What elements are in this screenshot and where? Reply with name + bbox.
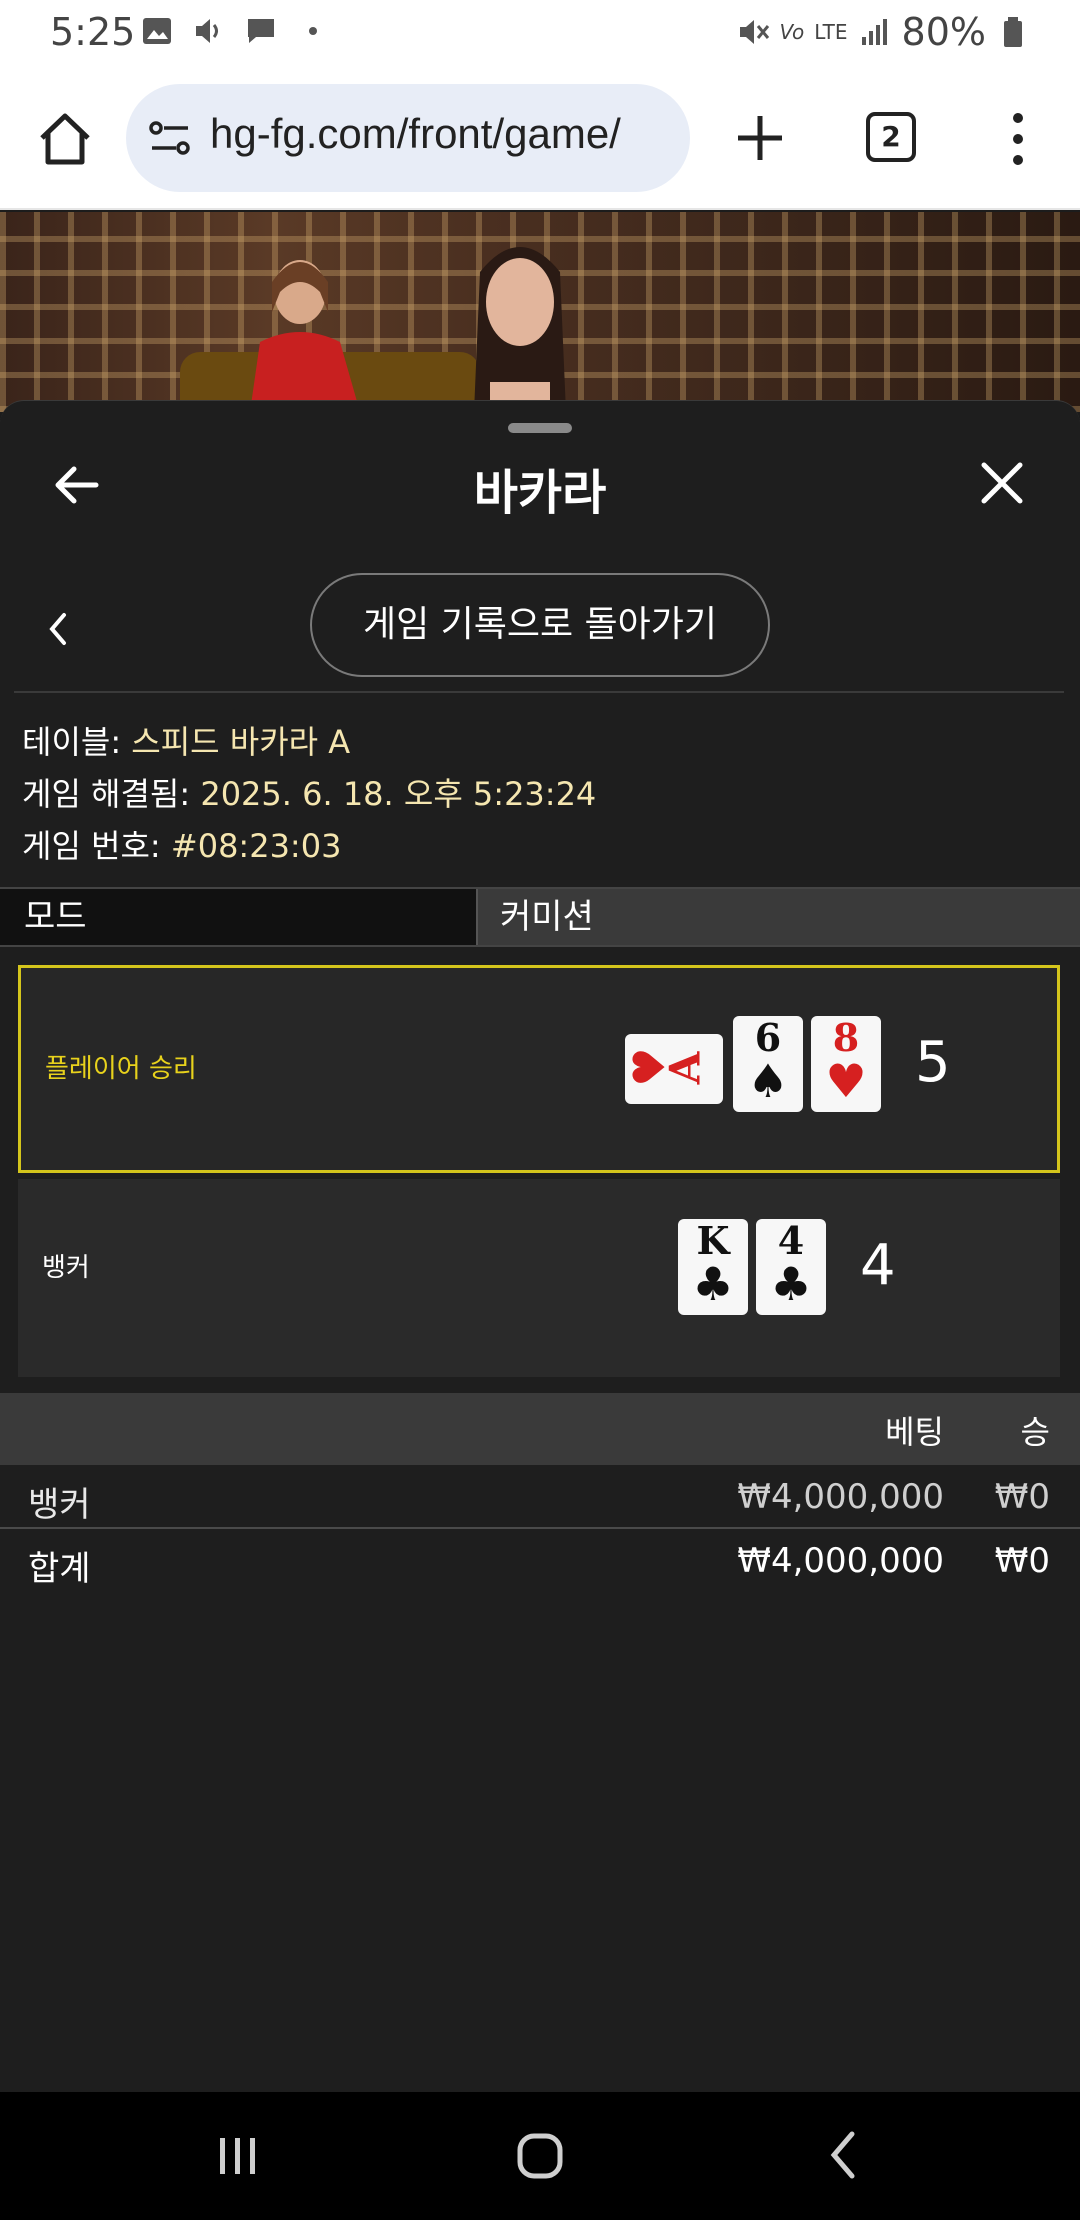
info-game-number-value: #08:23:03	[170, 827, 342, 865]
info-game-number: 게임 번호: #08:23:03	[22, 821, 341, 867]
volte-icon: Vo	[779, 20, 805, 44]
url-text: hg-fg.com/front/game/	[210, 110, 621, 157]
banker-card-1-rank: K	[696, 1218, 730, 1263]
tab-mode[interactable]: 모드	[0, 889, 478, 945]
info-table-label: 테이블:	[22, 723, 122, 761]
status-time: 5:25	[50, 10, 136, 54]
message-icon	[248, 19, 274, 43]
bets-table-header: 베팅 승	[0, 1393, 1080, 1465]
player-score: 5	[915, 1030, 951, 1095]
mute-icon	[739, 20, 769, 44]
live-video-stream[interactable]	[0, 212, 1080, 412]
player-card-3-suit: ♥	[825, 1054, 867, 1108]
info-table-value: 스피드 바카라 A	[131, 723, 351, 761]
info-resolved-value: 2025. 6. 18. 오후 5:23:24	[200, 775, 597, 813]
panel-title: 바카라	[473, 465, 607, 521]
player-result-row: 플레이어 승리 ♥ A 6 ♠ 8 ♥ 5	[18, 965, 1060, 1173]
bet-row-label: 뱅커	[28, 1485, 91, 1525]
dealer-figure-center	[474, 247, 566, 412]
total-win: ₩0	[994, 1541, 1050, 1581]
lte-label: LTE	[814, 20, 848, 44]
tab-commission[interactable]: 커미션	[478, 889, 1080, 945]
total-amount: ₩4,000,000	[737, 1541, 944, 1581]
status-bar: 5:25 Vo LTE 80%	[0, 0, 1080, 70]
notification-icons	[140, 14, 330, 48]
banker-card-2: 4 ♣	[756, 1219, 826, 1315]
player-card-2-rank: 6	[754, 1015, 782, 1060]
player-card-3: 8 ♥	[811, 1016, 881, 1112]
bet-row-amount: ₩4,000,000	[737, 1477, 944, 1517]
divider	[14, 691, 1064, 693]
new-tab-icon[interactable]	[732, 110, 788, 166]
info-resolved-label: 게임 해결됨:	[22, 775, 191, 813]
total-label: 합계	[28, 1549, 91, 1589]
home-icon[interactable]	[36, 110, 94, 168]
browser-toolbar: hg-fg.com/front/game/ 2	[0, 70, 1080, 210]
banker-result-label: 뱅커	[42, 1253, 90, 1283]
address-bar[interactable]: hg-fg.com/front/game/	[126, 84, 690, 192]
back-to-history-button[interactable]: 게임 기록으로 돌아가기	[310, 573, 770, 677]
image-icon	[143, 18, 171, 44]
banker-card-1-suit: ♣	[692, 1257, 734, 1311]
header-win: 승	[1020, 1413, 1050, 1451]
home-button-icon[interactable]	[516, 2132, 564, 2180]
site-settings-icon[interactable]	[148, 118, 192, 158]
mode-tabs: 모드 커미션	[0, 887, 1080, 947]
player-card-1: ♥ A	[625, 1034, 723, 1104]
system-nav-bar	[0, 2092, 1080, 2220]
player-card-2: 6 ♠	[733, 1016, 803, 1112]
info-table: 테이블: 스피드 바카라 A	[22, 717, 350, 763]
back-button-icon[interactable]	[828, 2130, 858, 2180]
total-row: 합계 ₩4,000,000 ₩0	[0, 1531, 1080, 1593]
more-menu-icon[interactable]	[1000, 108, 1036, 170]
info-resolved: 게임 해결됨: 2025. 6. 18. 오후 5:23:24	[22, 769, 596, 815]
status-right: Vo LTE 80%	[736, 10, 1030, 54]
banker-card-1: K ♣	[678, 1219, 748, 1315]
close-icon[interactable]	[976, 457, 1028, 509]
battery-percent: 80%	[901, 10, 986, 54]
recent-apps-icon[interactable]	[216, 2136, 260, 2176]
info-game-number-label: 게임 번호:	[22, 827, 161, 865]
game-detail-panel: 바카라 게임 기록으로 돌아가기 테이블: 스피드 바카라 A 게임 해결됨: …	[0, 400, 1080, 2092]
chevron-left-icon[interactable]	[44, 609, 72, 649]
bet-row-win: ₩0	[994, 1477, 1050, 1517]
header-bet: 베팅	[885, 1413, 944, 1451]
volume-icon	[196, 19, 218, 43]
player-card-2-suit: ♠	[747, 1054, 789, 1108]
banker-score: 4	[860, 1233, 896, 1298]
dot-icon	[309, 27, 317, 35]
drag-handle[interactable]	[508, 423, 572, 433]
tab-switcher-button[interactable]: 2	[866, 112, 916, 162]
banker-card-2-suit: ♣	[770, 1257, 812, 1311]
dealer-figure-left	[250, 260, 360, 412]
table-row: 뱅커 ₩4,000,000 ₩0	[0, 1467, 1080, 1529]
player-card-3-rank: 8	[832, 1015, 860, 1060]
banker-result-row: 뱅커 K ♣ 4 ♣ 4	[18, 1179, 1060, 1377]
player-result-label: 플레이어 승리	[45, 1054, 197, 1084]
battery-icon	[1004, 17, 1022, 47]
signal-icon	[861, 19, 887, 45]
player-card-1-rank: A	[660, 1051, 710, 1085]
banker-card-2-rank: 4	[777, 1218, 805, 1263]
